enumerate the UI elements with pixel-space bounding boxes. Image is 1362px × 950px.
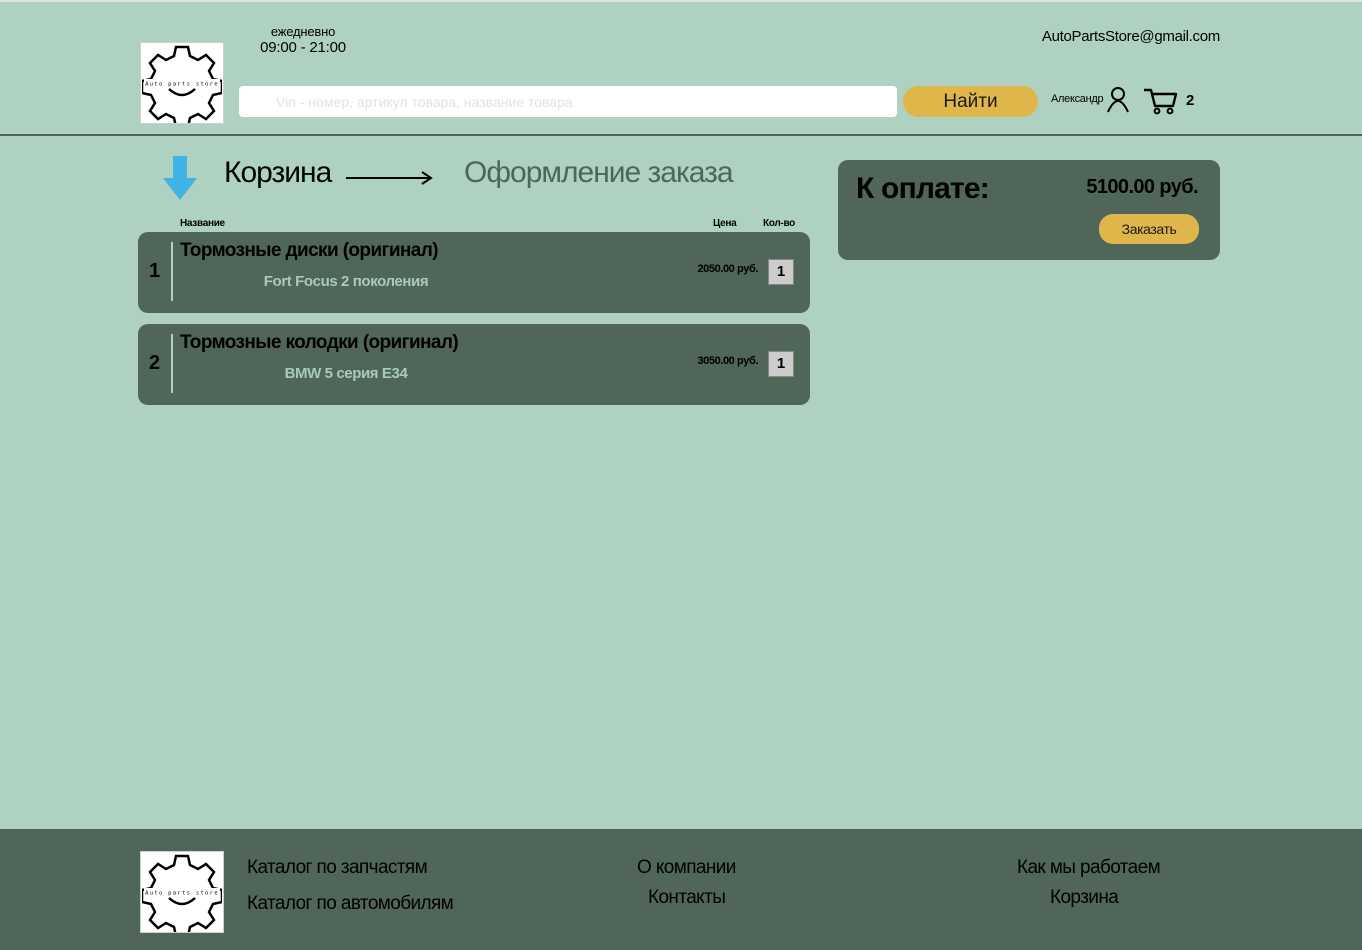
item-title[interactable]: Тормозные колодки (оригинал) bbox=[180, 332, 459, 354]
cart-icon[interactable] bbox=[1142, 86, 1178, 116]
footer-link-cars-catalog[interactable]: Каталог по автомобилям bbox=[247, 893, 454, 915]
user-icon[interactable] bbox=[1106, 86, 1130, 114]
item-car-model: Fort Focus 2 поколения bbox=[263, 273, 429, 290]
item-price: 3050.00 руб. bbox=[697, 355, 758, 367]
item-number: 2 bbox=[149, 352, 161, 374]
search-button[interactable]: Найти bbox=[903, 86, 1038, 117]
svg-text:Auto parts store: Auto parts store bbox=[145, 82, 219, 88]
item-quantity-input[interactable]: 1 bbox=[768, 259, 794, 285]
total-amount: 5100.00 руб. bbox=[1086, 176, 1198, 198]
search-input[interactable] bbox=[239, 86, 897, 117]
gear-logo-icon: Auto parts store bbox=[142, 854, 222, 932]
step-checkout[interactable]: Оформление заказа bbox=[464, 156, 734, 190]
gear-logo-icon: Auto parts store bbox=[142, 45, 222, 123]
to-pay-label: К оплате: bbox=[856, 172, 990, 205]
cart-item[interactable]: 2 Тормозные колодки (оригинал) BMW 5 сер… bbox=[138, 324, 810, 405]
arrow-down-icon bbox=[163, 156, 197, 200]
order-button[interactable]: Заказать bbox=[1099, 214, 1199, 244]
footer-link-about[interactable]: О компании bbox=[637, 857, 736, 879]
item-car-model: BMW 5 серия E34 bbox=[284, 365, 408, 382]
cart-item[interactable]: 1 Тормозные диски (оригинал) Fort Focus … bbox=[138, 232, 810, 313]
column-name-header: Название bbox=[180, 218, 225, 229]
footer-link-cart[interactable]: Корзина bbox=[1050, 887, 1119, 909]
contact-email[interactable]: AutoPartsStore@gmail.com bbox=[1040, 28, 1220, 45]
hours-time: 09:00 - 21:00 bbox=[260, 39, 346, 56]
item-number: 1 bbox=[149, 260, 161, 282]
step-cart: Корзина bbox=[224, 156, 332, 189]
column-qty-header: Кол-во bbox=[763, 218, 795, 229]
item-title[interactable]: Тормозные диски (оригинал) bbox=[180, 240, 439, 262]
item-quantity-input[interactable]: 1 bbox=[768, 351, 794, 377]
cart-count-badge: 2 bbox=[1186, 92, 1195, 109]
working-hours: ежедневно 09:00 - 21:00 bbox=[258, 24, 348, 56]
item-divider bbox=[171, 242, 173, 301]
item-divider bbox=[171, 334, 173, 393]
store-logo[interactable]: Auto parts store bbox=[140, 42, 224, 124]
footer-link-parts-catalog[interactable]: Каталог по запчастям bbox=[247, 857, 428, 879]
site-footer: Auto parts store Каталог по запчастям Ка… bbox=[0, 829, 1362, 950]
site-header: Auto parts store ежедневно 09:00 - 21:00… bbox=[0, 0, 1362, 136]
footer-link-contacts[interactable]: Контакты bbox=[648, 887, 726, 909]
column-price-header: Цена bbox=[713, 218, 737, 229]
footer-logo[interactable]: Auto parts store bbox=[140, 851, 224, 933]
svg-text:Auto parts store: Auto parts store bbox=[145, 891, 219, 897]
order-summary: К оплате: 5100.00 руб. Заказать bbox=[838, 160, 1220, 260]
arrow-right-icon bbox=[346, 171, 433, 185]
user-name[interactable]: Александр bbox=[1051, 93, 1104, 105]
footer-link-how-we-work[interactable]: Как мы работаем bbox=[1017, 857, 1161, 879]
item-price: 2050.00 руб. bbox=[697, 263, 758, 275]
hours-label: ежедневно bbox=[270, 24, 336, 39]
